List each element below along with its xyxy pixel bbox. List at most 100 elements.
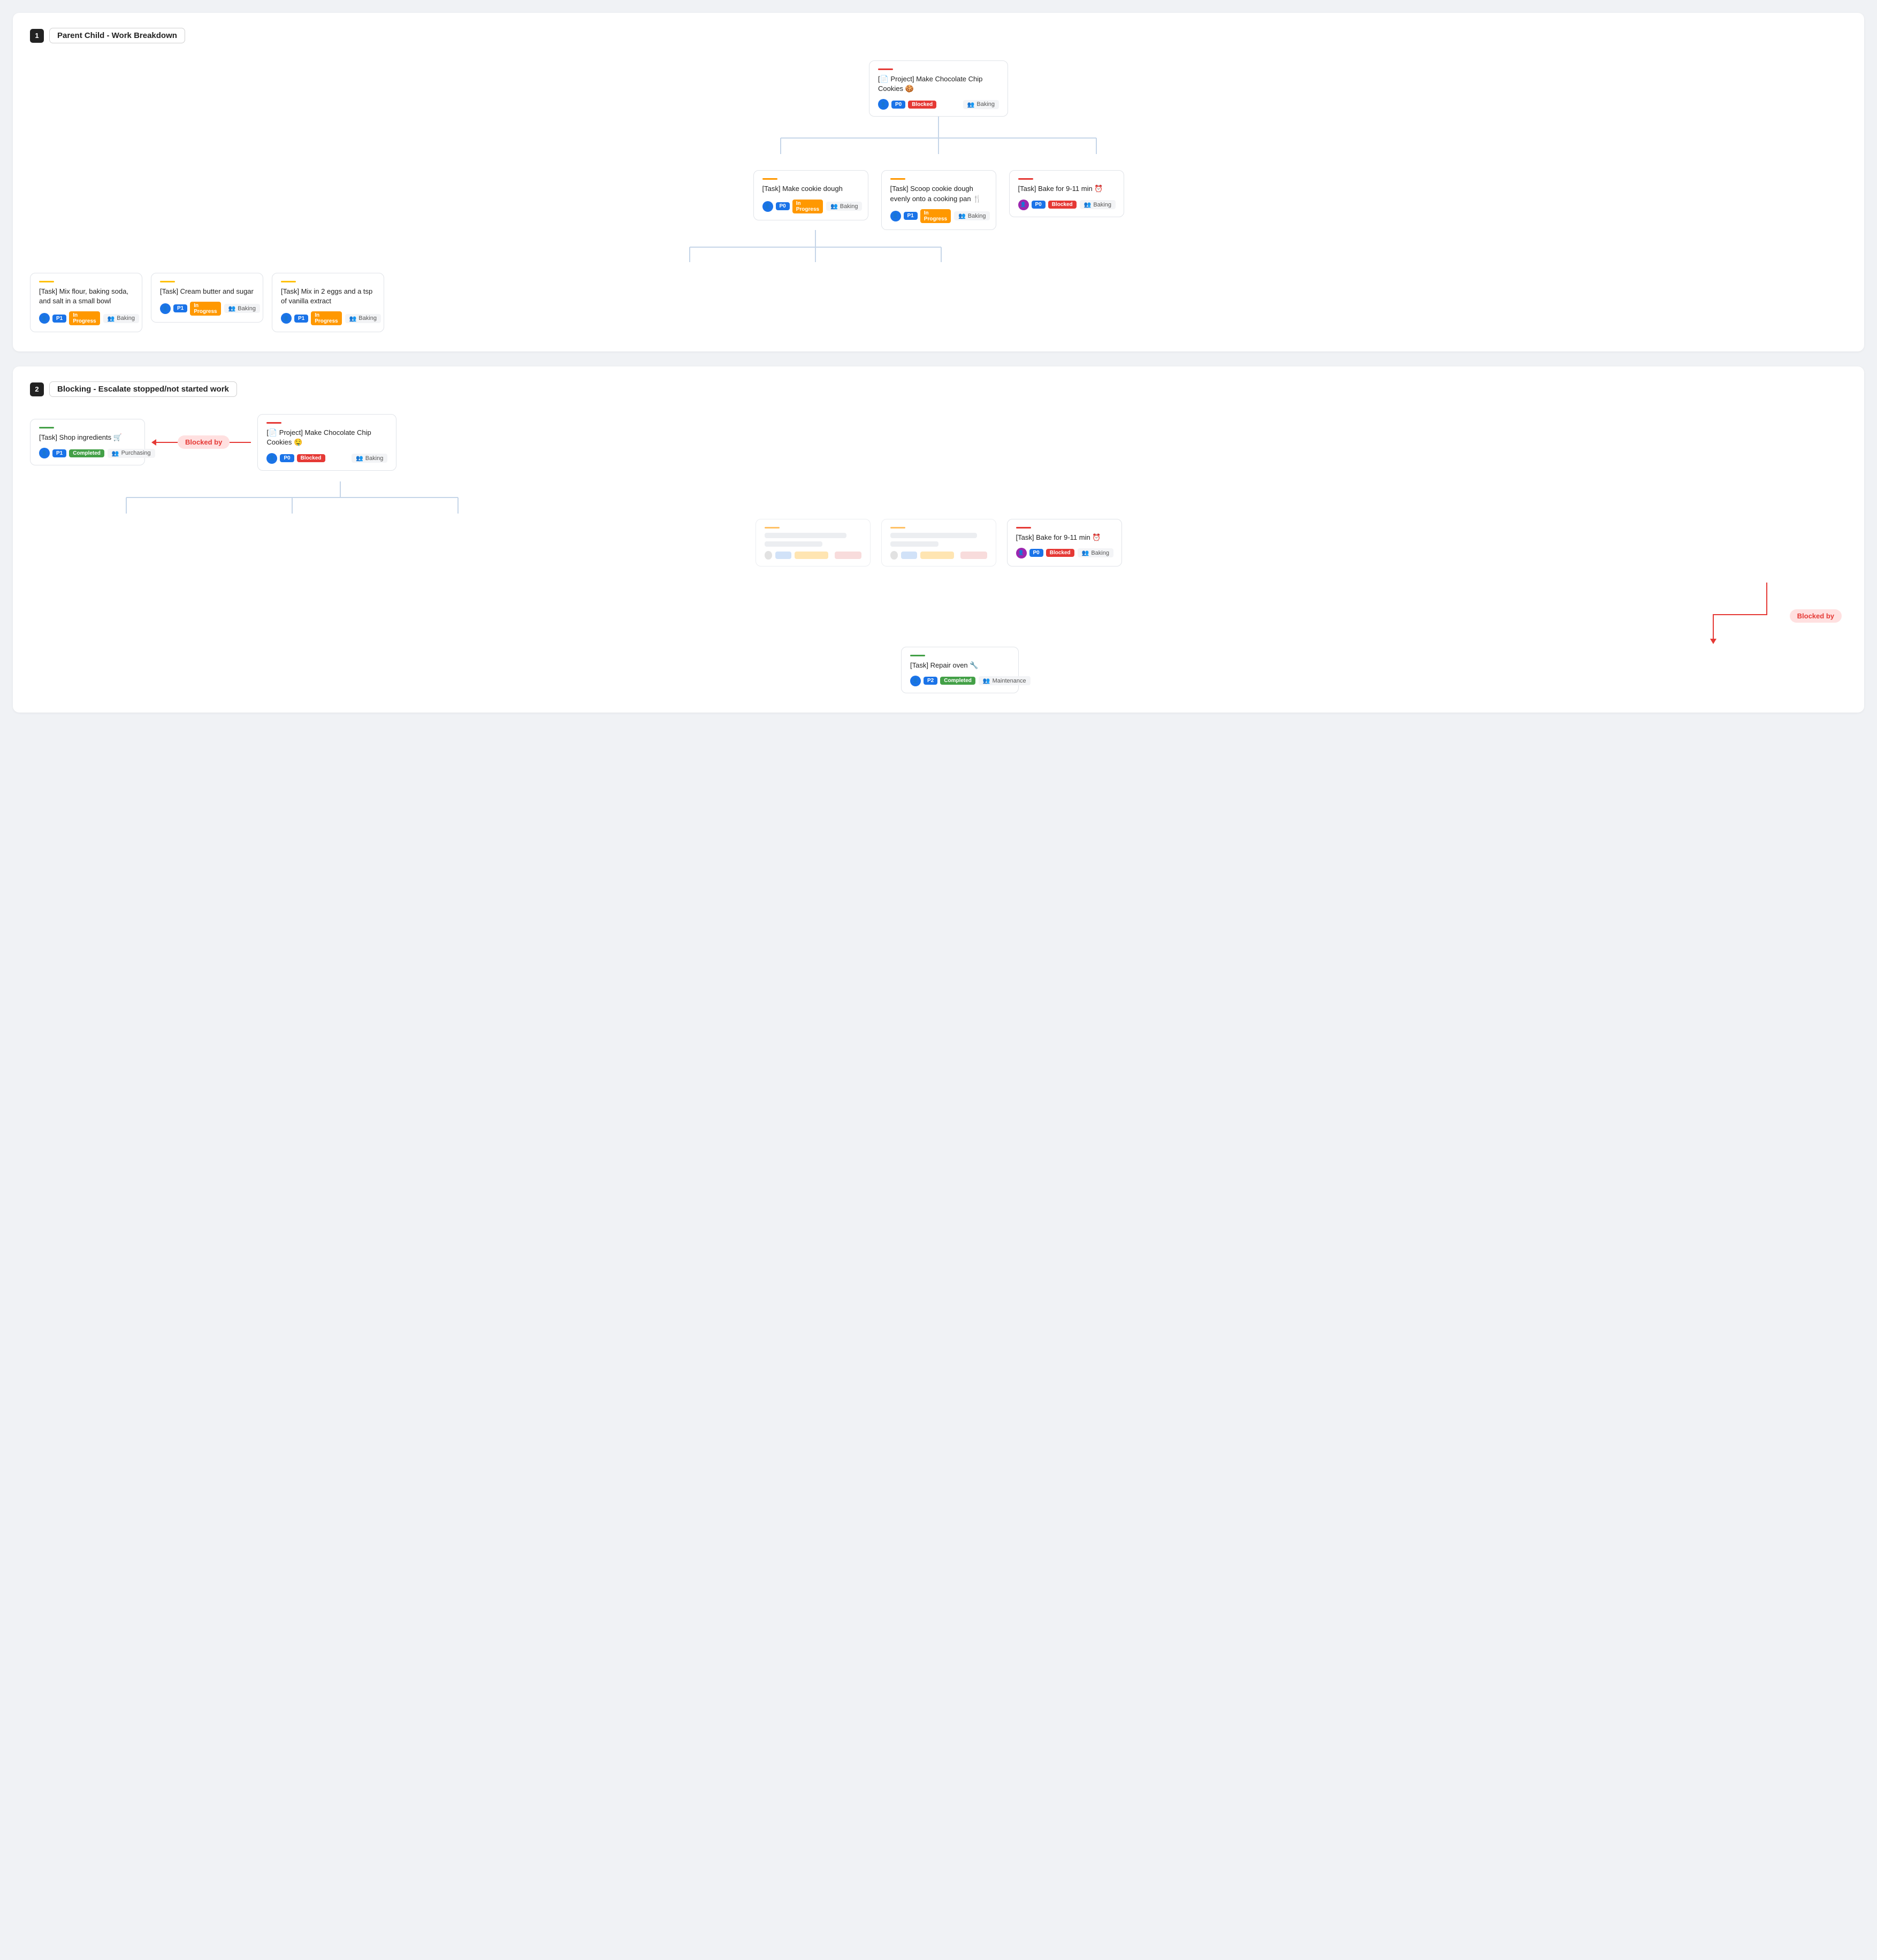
level1-card-0[interactable]: [Task] Make cookie dough 👤 P0 In Progres…	[753, 170, 868, 220]
l2c0-title: [Task] Mix flour, baking soda, and salt …	[39, 287, 133, 306]
level2-card-0[interactable]: [Task] Mix flour, baking soda, and salt …	[30, 273, 142, 332]
root-priority-badge: P0	[891, 101, 905, 109]
s2-root-avatar: 👤	[266, 453, 277, 464]
bake-footer-left: 👤 P0 Blocked	[1016, 548, 1074, 558]
l2c1-footer-left: 👤 P1 In Progress	[160, 302, 221, 316]
l1c2-team-icon: 👥	[1084, 201, 1092, 208]
level1-card-2[interactable]: [Task] Bake for 9-11 min ⏰ 👤 P0 Blocked …	[1009, 170, 1124, 217]
l2c0-team-icon: 👥	[108, 315, 115, 322]
s2-tree-svg	[30, 481, 512, 519]
s2-root-title: [📄 Project] Make Chocolate Chip Cookies …	[266, 428, 387, 447]
shop-team-icon: 👥	[112, 450, 119, 457]
l1c1-status: In Progress	[920, 209, 951, 223]
l2c2-title: [Task] Mix in 2 eggs and a tsp of vanill…	[281, 287, 375, 306]
l1c2-title: [Task] Bake for 9-11 min ⏰	[1018, 184, 1115, 194]
l2c1-priority: P1	[173, 304, 187, 312]
repair-footer-left: 👤 P2 Completed	[910, 676, 975, 686]
s2-bc0-footer	[765, 551, 861, 560]
l1c0-accent	[762, 178, 777, 180]
shop-accent	[39, 427, 54, 428]
l1c1-team-icon: 👥	[958, 212, 966, 219]
l2c1-team-icon: 👥	[228, 305, 236, 312]
s2-blurred-card-1	[881, 519, 996, 566]
blocked-by-label1: Blocked by	[178, 435, 230, 449]
s2-bc1-blur1	[890, 533, 978, 538]
shop-footer-left: 👤 P1 Completed	[39, 448, 104, 458]
root-team-badge: 👥 Baking	[963, 100, 999, 109]
l1c2-footer: 👤 P0 Blocked 👥 Baking	[1018, 200, 1115, 210]
root-card[interactable]: [📄 Project] Make Chocolate Chip Cookies …	[869, 60, 1008, 117]
level2-card-1[interactable]: [Task] Cream butter and sugar 👤 P1 In Pr…	[151, 273, 263, 323]
repair-accent	[910, 655, 925, 656]
s2-root-card[interactable]: [📄 Project] Make Chocolate Chip Cookies …	[257, 414, 396, 470]
s2-root-priority: P0	[280, 454, 294, 462]
section1-header: 1 Parent Child - Work Breakdown	[30, 28, 1847, 43]
arrow-line	[156, 442, 178, 443]
blocked-by-label2-container: Blocked by	[1790, 612, 1842, 620]
repair-team-icon: 👥	[983, 677, 990, 684]
shop-avatar: 👤	[39, 448, 50, 458]
l2c2-priority: P1	[294, 315, 308, 323]
l2c1-footer: 👤 P1 In Progress 👥 Baking	[160, 302, 254, 316]
l1c2-accent	[1018, 178, 1033, 180]
bake-accent	[1016, 527, 1031, 529]
l1c1-avatar: 👤	[890, 211, 901, 221]
l1c0-footer: 👤 P0 In Progress 👥 Baking	[762, 200, 859, 213]
shop-footer: 👤 P1 Completed 👥 Purchasing	[39, 448, 136, 458]
s2-root-footer-left: 👤 P0 Blocked	[266, 453, 325, 464]
s2-root-footer: 👤 P0 Blocked 👥 Baking	[266, 453, 387, 464]
shop-priority: P1	[52, 449, 66, 457]
bake-team-icon: 👥	[1082, 549, 1089, 556]
shop-team: 👥 Purchasing	[108, 449, 155, 458]
repair-title: [Task] Repair oven 🔧	[910, 661, 1010, 670]
level2-card-2[interactable]: [Task] Mix in 2 eggs and a tsp of vanill…	[272, 273, 384, 332]
level2-row: [Task] Mix flour, baking soda, and salt …	[30, 273, 1847, 332]
bake-title: [Task] Bake for 9-11 min ⏰	[1016, 533, 1113, 542]
s2-bc0-accent	[765, 527, 780, 529]
l2c0-status: In Progress	[69, 311, 100, 325]
l1c1-title: [Task] Scoop cookie dough evenly onto a …	[890, 184, 987, 203]
section1: 1 Parent Child - Work Breakdown [📄 Proje…	[13, 13, 1864, 351]
tree-svg-l1	[698, 117, 1179, 170]
l2c2-avatar: 👤	[281, 313, 292, 324]
bake-team: 👥 Baking	[1078, 548, 1113, 557]
bake-status: Blocked	[1046, 549, 1074, 557]
l1c0-team: 👥 Baking	[826, 202, 862, 211]
l2c1-title: [Task] Cream butter and sugar	[160, 287, 254, 296]
l2c1-team: 👥 Baking	[224, 304, 260, 313]
l2c2-accent	[281, 281, 296, 282]
s2-bc1-badge1	[901, 552, 918, 559]
repair-card[interactable]: [Task] Repair oven 🔧 👤 P2 Completed 👥 Ma…	[901, 647, 1019, 693]
s2-bc1-badge3	[960, 552, 987, 559]
root-team-icon: 👥	[967, 101, 975, 108]
l2c2-team: 👥 Baking	[345, 314, 381, 323]
l1c0-priority: P0	[776, 202, 790, 210]
s2-bc0-circle	[765, 551, 772, 560]
l2c2-footer: 👤 P1 In Progress 👥 Baking	[281, 311, 375, 325]
s2-blurred-card-0	[756, 519, 871, 566]
s2-root-accent	[266, 422, 281, 424]
shop-title: [Task] Shop ingredients 🛒	[39, 433, 136, 442]
l2c2-team-icon: 👥	[349, 315, 357, 322]
l2c1-status: In Progress	[190, 302, 220, 316]
repair-footer: 👤 P2 Completed 👥 Maintenance	[910, 676, 1010, 686]
l1c1-team: 👥 Baking	[954, 211, 990, 220]
l2c0-team: 👥 Baking	[103, 314, 139, 323]
l2c0-accent	[39, 281, 54, 282]
l1c2-footer-left: 👤 P0 Blocked	[1018, 200, 1077, 210]
l1c0-footer-left: 👤 P0 In Progress	[762, 200, 823, 213]
l1c1-accent	[890, 178, 905, 180]
shop-status: Completed	[69, 449, 104, 457]
s2-bc0-badge2	[795, 552, 828, 559]
s2-level1-row: [Task] Bake for 9-11 min ⏰ 👤 P0 Blocked …	[30, 519, 1847, 566]
shop-card[interactable]: [Task] Shop ingredients 🛒 👤 P1 Completed…	[30, 419, 145, 465]
l2c2-footer-left: 👤 P1 In Progress	[281, 311, 342, 325]
blocked-by-connector: Blocked by	[151, 435, 251, 449]
level1-card-1[interactable]: [Task] Scoop cookie dough evenly onto a …	[881, 170, 996, 229]
s2-bc0-badge3	[835, 552, 861, 559]
bake-card[interactable]: [Task] Bake for 9-11 min ⏰ 👤 P0 Blocked …	[1007, 519, 1122, 566]
s2-blocked-by-area: Blocked by	[30, 583, 1847, 647]
l1c1-priority: P1	[904, 212, 918, 220]
blocked-by-label2: Blocked by	[1790, 609, 1842, 623]
s2-root-status: Blocked	[297, 454, 325, 462]
